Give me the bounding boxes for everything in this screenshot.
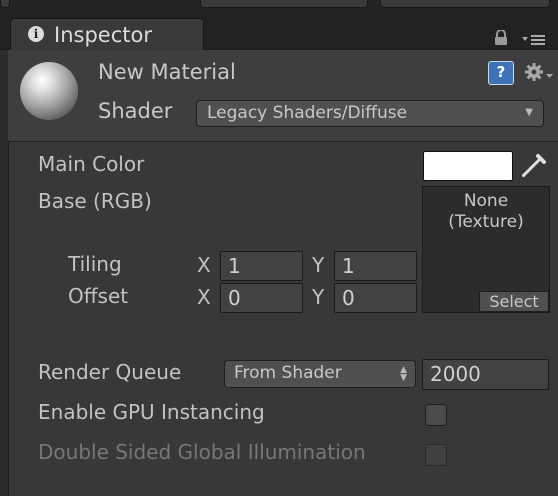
offset-x-field[interactable]: 0 bbox=[220, 283, 303, 313]
tab-menu-icon[interactable] bbox=[522, 34, 546, 46]
material-name: New Material bbox=[98, 60, 236, 84]
render-queue-label: Render Queue bbox=[38, 360, 182, 384]
main-color-swatch[interactable] bbox=[423, 151, 513, 181]
offset-label: Offset bbox=[68, 284, 129, 308]
shader-label: Shader bbox=[98, 99, 173, 123]
tiling-label: Tiling bbox=[68, 252, 122, 276]
top-toolbar-strip bbox=[0, 0, 558, 16]
gpu-instancing-checkbox[interactable] bbox=[425, 404, 447, 426]
tab-bar: i Inspector bbox=[0, 16, 558, 51]
material-header bbox=[8, 50, 558, 142]
help-icon[interactable]: ? bbox=[488, 61, 514, 85]
eyedropper-icon[interactable] bbox=[520, 151, 548, 179]
tiling-x-axis-label: X bbox=[197, 253, 211, 277]
main-color-label: Main Color bbox=[38, 152, 145, 176]
double-sided-gi-checkbox[interactable] bbox=[425, 444, 447, 466]
gpu-instancing-label: Enable GPU Instancing bbox=[38, 400, 265, 424]
tiling-y-axis-label: Y bbox=[312, 253, 325, 277]
lock-icon[interactable] bbox=[494, 30, 508, 46]
toolbar-segment bbox=[0, 0, 10, 8]
shader-dropdown[interactable]: Legacy Shaders/Diffuse ▼ bbox=[196, 100, 544, 127]
offset-y-field[interactable]: 0 bbox=[334, 283, 417, 313]
up-down-arrow-icon: ▲ ▼ bbox=[400, 365, 407, 383]
texture-type-text: (Texture) bbox=[448, 212, 524, 232]
toolbar-segment bbox=[200, 0, 368, 8]
offset-x-axis-label: X bbox=[197, 285, 211, 309]
tab-inspector-label: Inspector bbox=[54, 23, 152, 47]
texture-slot[interactable]: None (Texture) Select bbox=[422, 186, 550, 313]
material-preview-sphere bbox=[20, 62, 78, 120]
offset-y-axis-label: Y bbox=[312, 285, 325, 309]
render-queue-value-field[interactable]: 2000 bbox=[422, 359, 549, 390]
texture-select-button[interactable]: Select bbox=[479, 291, 549, 312]
render-queue-mode-value: From Shader bbox=[234, 363, 342, 383]
tiling-x-field[interactable]: 1 bbox=[220, 251, 303, 281]
tiling-y-field[interactable]: 1 bbox=[334, 251, 417, 281]
double-sided-gi-label: Double Sided Global Illumination bbox=[38, 440, 366, 464]
texture-none-text: None bbox=[463, 191, 509, 211]
gear-icon[interactable] bbox=[524, 62, 554, 84]
chevron-down-icon: ▼ bbox=[525, 107, 533, 118]
toolbar-segment bbox=[380, 0, 550, 8]
info-icon: i bbox=[28, 26, 44, 42]
base-rgb-label: Base (RGB) bbox=[38, 189, 152, 213]
shader-dropdown-value: Legacy Shaders/Diffuse bbox=[207, 103, 408, 123]
render-queue-dropdown[interactable]: From Shader ▲ ▼ bbox=[224, 360, 416, 388]
tab-inspector[interactable]: i Inspector bbox=[10, 18, 204, 51]
